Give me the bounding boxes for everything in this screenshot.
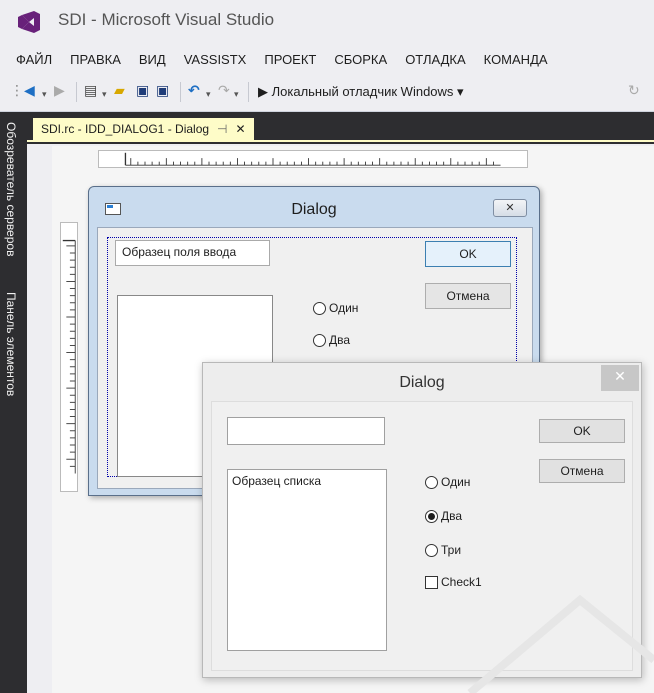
forward-icon[interactable]: ▶ [54, 82, 65, 100]
menu-bar: ФАЙЛ ПРАВКА ВИД VASSISTX ПРОЕКТ СБОРКА О… [0, 46, 654, 72]
menu-team[interactable]: КОМАНДА [484, 52, 548, 67]
runtime-ok-button[interactable]: OK [539, 419, 625, 443]
chevron-down-icon[interactable]: ▾ [42, 86, 47, 104]
menu-view[interactable]: ВИД [139, 52, 166, 67]
design-radio-one[interactable]: Один [313, 301, 358, 315]
radio-icon [425, 475, 438, 489]
design-radio-one-label: Один [329, 301, 359, 315]
runtime-radio-one-label: Один [441, 475, 471, 489]
menu-vassistx[interactable]: VASSISTX [184, 52, 247, 67]
radio-checked-icon [425, 509, 438, 523]
document-tab[interactable]: SDI.rc - IDD_DIALOG1 - Dialog ⊣ ✕ [33, 118, 254, 140]
menu-project[interactable]: ПРОЕКТ [264, 52, 316, 67]
pin-icon[interactable]: ⊣ [217, 122, 227, 136]
design-cancel-button[interactable]: Отмена [425, 283, 511, 309]
runtime-checkbox-label: Check1 [441, 575, 482, 589]
runtime-radio-three[interactable]: Три [425, 543, 461, 557]
redo-icon[interactable]: ↷ [218, 82, 230, 100]
title-bar: SDI - Microsoft Visual Studio [0, 0, 654, 46]
runtime-checkbox[interactable]: Check1 [425, 575, 482, 589]
runtime-listbox[interactable]: Образец списка [227, 469, 387, 651]
window-title: SDI - Microsoft Visual Studio [58, 10, 275, 29]
runtime-dialog-title: Dialog [399, 374, 445, 391]
radio-icon [425, 543, 438, 557]
menu-edit[interactable]: ПРАВКА [70, 52, 121, 67]
design-dialog-title: Dialog [291, 201, 337, 218]
toolbar: ⋮ ◀ ▾ ▶ ▤ ▾ ▰ ▣ ▣ ↶ ▾ ↷ ▾ ▶ Локальный от… [0, 72, 654, 112]
menu-file[interactable]: ФАЙЛ [16, 52, 52, 67]
new-project-icon[interactable]: ▤ [84, 82, 97, 100]
list-item[interactable]: Образец списка [232, 474, 382, 488]
runtime-radio-two[interactable]: Два [425, 509, 462, 523]
design-ok-button[interactable]: OK [425, 241, 511, 267]
vs-logo-icon [18, 11, 40, 33]
runtime-radio-two-label: Два [441, 509, 463, 523]
design-dialog-close-button[interactable]: ✕ [493, 199, 527, 217]
horizontal-guide-ruler[interactable] [98, 150, 528, 168]
design-edit-control[interactable]: Образец поля ввода [115, 240, 270, 266]
radio-icon [313, 301, 326, 315]
radio-icon [313, 333, 326, 347]
chevron-down-icon[interactable]: ▾ [206, 86, 211, 104]
vertical-guide-ruler[interactable] [60, 222, 78, 492]
tab-underline [27, 140, 654, 142]
runtime-cancel-button[interactable]: Отмена [539, 459, 625, 483]
menu-debug[interactable]: ОТЛАДКА [405, 52, 465, 67]
close-icon[interactable]: ✕ [236, 122, 246, 136]
side-tool-strip: Обозреватель серверов Панель элементов [0, 112, 27, 693]
design-dialog-titlebar: Dialog ✕ [89, 187, 539, 223]
toolbar-grip-icon: ⋮ [10, 83, 24, 99]
save-icon[interactable]: ▣ [136, 82, 149, 100]
runtime-edit-field[interactable] [227, 417, 385, 445]
server-explorer-tab[interactable]: Обозреватель серверов [4, 122, 18, 256]
document-tab-label: SDI.rc - IDD_DIALOG1 - Dialog [41, 122, 210, 136]
chevron-down-icon[interactable]: ▾ [102, 86, 107, 104]
menu-build[interactable]: СБОРКА [334, 52, 387, 67]
runtime-dialog[interactable]: Dialog ✕ OK Отмена Образец списка Один Д… [202, 362, 642, 678]
save-all-icon[interactable]: ▣ [156, 82, 169, 100]
design-radio-two-label: Два [329, 333, 351, 347]
checkbox-icon [425, 575, 438, 589]
runtime-radio-one[interactable]: Один [425, 475, 470, 489]
chevron-down-icon[interactable]: ▾ [234, 86, 239, 104]
back-icon[interactable]: ◀ [24, 82, 35, 100]
design-radio-two[interactable]: Два [313, 333, 350, 347]
runtime-radio-three-label: Три [441, 543, 462, 557]
undo-icon[interactable]: ↶ [188, 82, 200, 100]
start-debugger-button[interactable]: ▶ Локальный отладчик Windows ▾ [258, 84, 464, 100]
toolbox-tab[interactable]: Панель элементов [4, 292, 18, 396]
refresh-icon[interactable]: ↻ [628, 82, 640, 100]
open-icon[interactable]: ▰ [114, 82, 125, 100]
runtime-dialog-close-button[interactable]: ✕ [601, 365, 639, 391]
